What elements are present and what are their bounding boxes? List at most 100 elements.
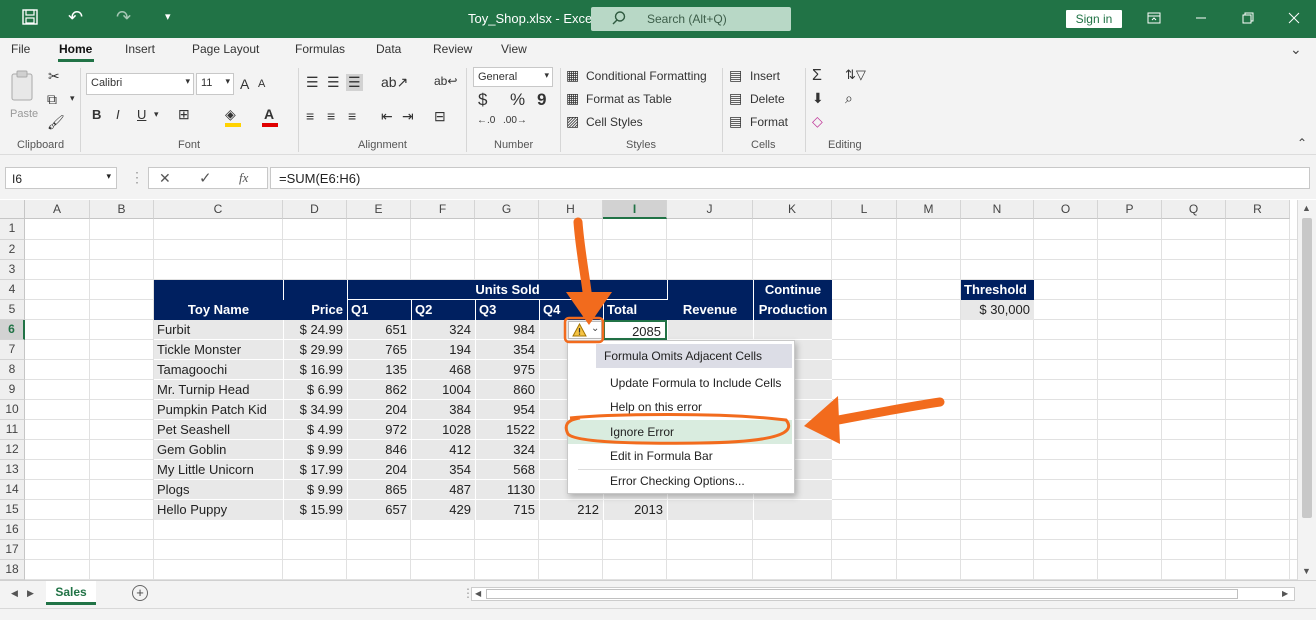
tab-view[interactable]: View (501, 42, 527, 56)
horizontal-scrollbar[interactable]: ◀ ▶ (471, 587, 1295, 601)
cell-q2[interactable]: 487 (411, 480, 475, 500)
cell-toy-name[interactable]: My Little Unicorn (154, 460, 283, 480)
align-bottom-icon[interactable]: ☰ (346, 74, 363, 91)
cell-price[interactable]: $ 29.99 (283, 340, 347, 360)
cell-q2[interactable]: 468 (411, 360, 475, 380)
cell-q1[interactable]: 865 (347, 480, 411, 500)
row-header-13[interactable]: 13 (0, 460, 25, 480)
increase-indent-icon[interactable]: ⇥ (402, 108, 414, 125)
scroll-thumb[interactable] (1302, 218, 1312, 518)
borders-icon[interactable]: ⊞ (178, 106, 190, 123)
cancel-formula-icon[interactable]: ✕ (159, 170, 171, 187)
tab-insert[interactable]: Insert (125, 42, 155, 56)
cell-styles-icon[interactable]: ▨ (566, 113, 579, 130)
align-center-icon[interactable]: ≡ (327, 108, 335, 124)
format-painter-icon[interactable]: 🖌 (47, 114, 65, 131)
cell-q3[interactable]: 354 (475, 340, 539, 360)
minimize-icon[interactable] (1194, 11, 1208, 30)
scroll-up-icon[interactable]: ▲ (1302, 203, 1311, 213)
row-header-18[interactable]: 18 (0, 560, 25, 580)
row-header-4[interactable]: 4 (0, 280, 25, 300)
format-as-table-button[interactable]: Format as Table (586, 92, 672, 106)
column-header-l[interactable]: L (832, 200, 897, 219)
tab-page-layout[interactable]: Page Layout (192, 42, 259, 56)
cell-total[interactable]: 2013 (603, 500, 667, 520)
name-box[interactable]: I6 ▾ (5, 167, 117, 189)
cell-q3[interactable]: 1522 (475, 420, 539, 440)
cell-q2[interactable]: 1004 (411, 380, 475, 400)
prev-sheet-icon[interactable]: ◀ (11, 588, 18, 599)
cell-q3[interactable]: 568 (475, 460, 539, 480)
next-sheet-icon[interactable]: ▶ (27, 588, 34, 599)
format-cells-button[interactable]: Format (750, 115, 788, 129)
edit-in-formula-bar-option[interactable]: Edit in Formula Bar (568, 444, 794, 468)
add-sheet-icon[interactable]: + (132, 585, 148, 601)
cell-q1[interactable]: 651 (347, 320, 411, 340)
conditional-formatting-button[interactable]: Conditional Formatting (586, 69, 707, 83)
cell-q3[interactable]: 954 (475, 400, 539, 420)
increase-decimal-icon[interactable]: ←.0 (477, 115, 495, 126)
sheet-tab-sales[interactable]: Sales (46, 581, 96, 605)
row-header-16[interactable]: 16 (0, 520, 25, 540)
more-options-icon[interactable]: ⋮ (130, 169, 144, 186)
cell-price[interactable]: $ 17.99 (283, 460, 347, 480)
column-header-a[interactable]: A (25, 200, 90, 219)
cell-toy-name[interactable]: Hello Puppy (154, 500, 283, 520)
row-header-1[interactable]: 1 (0, 219, 25, 240)
cell-toy-name[interactable]: Furbit (154, 320, 283, 340)
tab-data[interactable]: Data (376, 42, 401, 56)
sort-filter-icon[interactable]: ⇅▽ (845, 67, 866, 83)
format-as-table-icon[interactable]: ▦ (566, 90, 579, 107)
align-top-icon[interactable]: ☰ (306, 74, 319, 91)
insert-function-icon[interactable]: fx (239, 170, 248, 186)
row-header-6[interactable]: 6 (0, 320, 25, 340)
cell-q1[interactable]: 765 (347, 340, 411, 360)
ignore-error-option[interactable]: Ignore Error (568, 420, 792, 444)
row-header-8[interactable]: 8 (0, 360, 25, 380)
cell-price[interactable]: $ 15.99 (283, 500, 347, 520)
cell-q1[interactable]: 135 (347, 360, 411, 380)
cell-toy-name[interactable]: Mr. Turnip Head (154, 380, 283, 400)
row-header-3[interactable]: 3 (0, 260, 25, 280)
cell-price[interactable]: $ 6.99 (283, 380, 347, 400)
row-header-10[interactable]: 10 (0, 400, 25, 420)
column-header-c[interactable]: C (154, 200, 283, 219)
tab-home[interactable]: Home (59, 42, 92, 56)
cell-q2[interactable]: 384 (411, 400, 475, 420)
active-cell-total[interactable]: 2085 (603, 320, 667, 340)
row-header-5[interactable]: 5 (0, 300, 25, 320)
cut-icon[interactable]: ✂ (48, 68, 60, 85)
insert-cells-icon[interactable]: ▤ (729, 67, 742, 84)
column-header-b[interactable]: B (90, 200, 154, 219)
formula-input[interactable]: =SUM(E6:H6) (270, 167, 1310, 189)
find-select-icon[interactable]: ⌕ (845, 90, 853, 107)
cell-toy-name[interactable]: Tickle Monster (154, 340, 283, 360)
clear-icon[interactable]: ◇ (812, 113, 823, 130)
paste-icon[interactable] (10, 70, 36, 111)
enter-formula-icon[interactable]: ✓ (199, 169, 212, 187)
cell-q1[interactable]: 862 (347, 380, 411, 400)
column-header-n[interactable]: N (961, 200, 1034, 219)
format-cells-icon[interactable]: ▤ (729, 113, 742, 130)
font-color-icon[interactable]: A (264, 106, 274, 122)
percent-format-button[interactable]: % (510, 90, 525, 110)
insert-cells-button[interactable]: Insert (750, 69, 780, 83)
cell-q2[interactable]: 354 (411, 460, 475, 480)
merge-center-icon[interactable]: ⊟ (434, 108, 446, 125)
wrap-text-icon[interactable]: ab↩ (434, 74, 457, 88)
cell-q2[interactable]: 429 (411, 500, 475, 520)
decrease-indent-icon[interactable]: ⇤ (381, 108, 393, 125)
tab-formulas[interactable]: Formulas (295, 42, 345, 56)
cell-q1[interactable]: 972 (347, 420, 411, 440)
ribbon-display-icon[interactable] (1147, 11, 1161, 30)
save-icon[interactable] (22, 9, 38, 30)
error-checking-options[interactable]: Error Checking Options... (568, 469, 794, 493)
restore-icon[interactable] (1241, 11, 1255, 30)
cell-q3[interactable]: 860 (475, 380, 539, 400)
undo-icon[interactable]: ↶ (68, 7, 83, 28)
quick-access-dropdown-icon[interactable]: ▾ (165, 10, 171, 23)
redo-icon[interactable]: ↷ (116, 7, 131, 28)
error-check-button[interactable]: ⌄ (568, 321, 602, 339)
column-header-h[interactable]: H (539, 200, 603, 219)
column-header-j[interactable]: J (667, 200, 753, 219)
